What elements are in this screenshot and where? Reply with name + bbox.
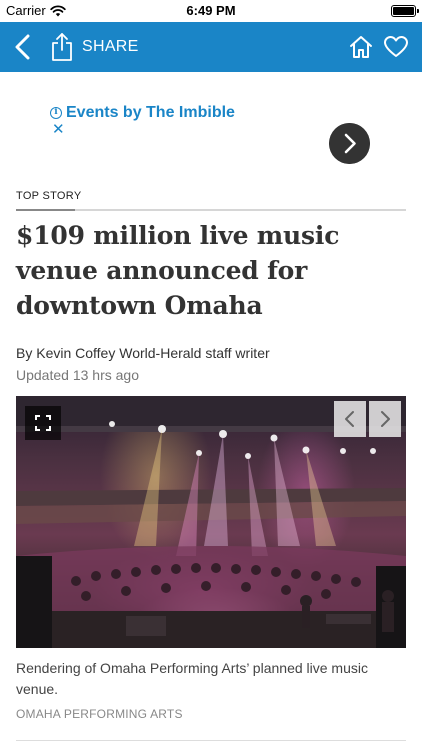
share-icon: [52, 33, 72, 61]
home-icon[interactable]: [348, 34, 374, 60]
divider: [16, 740, 406, 741]
article-photo[interactable]: [16, 396, 406, 648]
expand-icon: [35, 415, 51, 431]
share-label: SHARE: [82, 38, 139, 55]
photo-credit: OMAHA PERFORMING ARTS: [16, 707, 183, 721]
ad-next-button[interactable]: [329, 123, 370, 164]
byline[interactable]: By Kevin Coffey World-Herald staff write…: [16, 345, 406, 361]
expand-button[interactable]: [25, 406, 61, 440]
close-icon[interactable]: ✕: [52, 122, 65, 137]
photo-caption: Rendering of Omaha Performing Arts’ plan…: [16, 660, 368, 697]
photo-prev-button[interactable]: [334, 401, 366, 437]
kicker-label[interactable]: TOP STORY: [16, 190, 81, 209]
share-button[interactable]: SHARE: [50, 32, 139, 62]
kicker-divider: [16, 209, 406, 211]
heart-icon[interactable]: [383, 34, 409, 60]
ad-title[interactable]: i Events by The Imbible: [50, 104, 235, 122]
headline: $109 million live music venue announced …: [16, 221, 340, 320]
status-time: 6:49 PM: [186, 3, 236, 18]
updated-timestamp: Updated 13 hrs ago: [16, 367, 139, 383]
chevron-right-icon: [381, 411, 390, 427]
info-icon[interactable]: i: [50, 107, 62, 119]
ad-title-text: Events by The Imbible: [66, 104, 235, 121]
nav-bar: SHARE: [0, 22, 422, 72]
battery-icon: [391, 5, 419, 17]
chevron-left-icon: [345, 411, 354, 427]
status-bar: Carrier 6:49 PM: [0, 0, 422, 22]
ad-banner[interactable]: i Events by The Imbible ✕: [0, 72, 422, 164]
photo-next-button[interactable]: [369, 401, 401, 437]
back-chevron-icon[interactable]: [12, 34, 34, 60]
article-header: TOP STORY $109 million live music venue …: [16, 186, 406, 383]
